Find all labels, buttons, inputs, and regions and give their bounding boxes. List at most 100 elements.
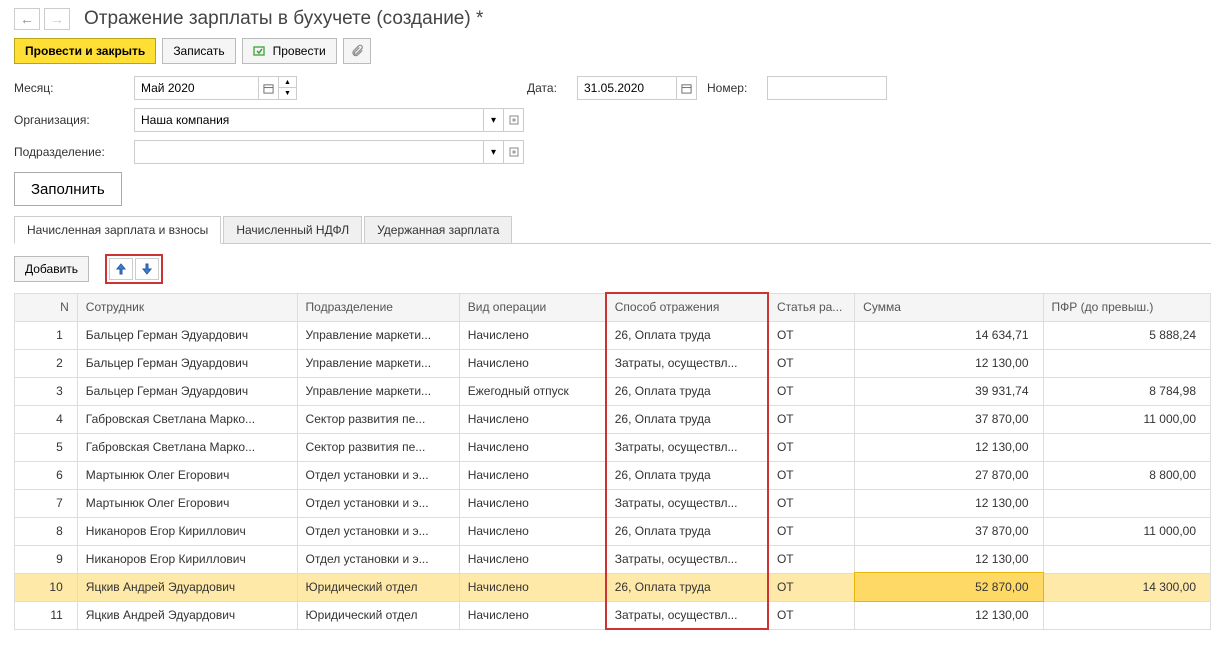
- cell-pfr[interactable]: [1043, 433, 1210, 461]
- cell-sum[interactable]: 12 130,00: [855, 601, 1043, 629]
- open-button[interactable]: [504, 140, 524, 164]
- cell-employee[interactable]: Мартынюк Олег Егорович: [77, 489, 297, 517]
- month-stepper[interactable]: ▲ ▼: [279, 76, 297, 100]
- cell-article[interactable]: ОТ: [768, 349, 855, 377]
- cell-method[interactable]: Затраты, осуществл...: [606, 433, 768, 461]
- cell-method[interactable]: Затраты, осуществл...: [606, 601, 768, 629]
- cell-n[interactable]: 11: [15, 601, 78, 629]
- number-input[interactable]: [767, 76, 887, 100]
- cell-n[interactable]: 9: [15, 545, 78, 573]
- cell-department[interactable]: Сектор развития пе...: [297, 433, 459, 461]
- cell-pfr[interactable]: 5 888,24: [1043, 321, 1210, 349]
- date-input[interactable]: [577, 76, 677, 100]
- cell-department[interactable]: Отдел установки и э...: [297, 545, 459, 573]
- cell-article[interactable]: ОТ: [768, 461, 855, 489]
- cell-method[interactable]: 26, Оплата труда: [606, 517, 768, 545]
- cell-n[interactable]: 8: [15, 517, 78, 545]
- cell-sum[interactable]: 12 130,00: [855, 433, 1043, 461]
- cell-department[interactable]: Отдел установки и э...: [297, 489, 459, 517]
- column-sum[interactable]: Сумма: [855, 293, 1043, 321]
- cell-sum[interactable]: 12 130,00: [855, 349, 1043, 377]
- cell-sum[interactable]: 12 130,00: [855, 545, 1043, 573]
- cell-method[interactable]: 26, Оплата труда: [606, 461, 768, 489]
- cell-pfr[interactable]: 11 000,00: [1043, 517, 1210, 545]
- step-down-icon[interactable]: ▼: [279, 88, 297, 100]
- cell-department[interactable]: Отдел установки и э...: [297, 461, 459, 489]
- save-button[interactable]: Записать: [162, 38, 235, 64]
- cell-employee[interactable]: Габровская Светлана Марко...: [77, 405, 297, 433]
- cell-employee[interactable]: Бальцер Герман Эдуардович: [77, 321, 297, 349]
- column-operation[interactable]: Вид операции: [459, 293, 606, 321]
- cell-n[interactable]: 7: [15, 489, 78, 517]
- cell-employee[interactable]: Бальцер Герман Эдуардович: [77, 349, 297, 377]
- cell-article[interactable]: ОТ: [768, 601, 855, 629]
- cell-article[interactable]: ОТ: [768, 517, 855, 545]
- cell-pfr[interactable]: 11 000,00: [1043, 405, 1210, 433]
- cell-operation[interactable]: Начислено: [459, 601, 606, 629]
- cell-article[interactable]: ОТ: [768, 489, 855, 517]
- cell-department[interactable]: Управление маркети...: [297, 377, 459, 405]
- table-row[interactable]: 3Бальцер Герман ЭдуардовичУправление мар…: [15, 377, 1211, 405]
- cell-operation[interactable]: Начислено: [459, 321, 606, 349]
- add-row-button[interactable]: Добавить: [14, 256, 89, 282]
- column-employee[interactable]: Сотрудник: [77, 293, 297, 321]
- cell-employee[interactable]: Яцкив Андрей Эдуардович: [77, 601, 297, 629]
- back-button[interactable]: ←: [14, 8, 40, 30]
- cell-pfr[interactable]: [1043, 349, 1210, 377]
- table-row[interactable]: 11Яцкив Андрей ЭдуардовичЮридический отд…: [15, 601, 1211, 629]
- cell-pfr[interactable]: [1043, 545, 1210, 573]
- post-button[interactable]: Провести: [242, 38, 337, 64]
- dropdown-icon[interactable]: ▾: [484, 140, 504, 164]
- column-article[interactable]: Статья ра...: [768, 293, 855, 321]
- cell-method[interactable]: 26, Оплата труда: [606, 377, 768, 405]
- cell-operation[interactable]: Ежегодный отпуск: [459, 377, 606, 405]
- table-row[interactable]: 7Мартынюк Олег ЕгоровичОтдел установки и…: [15, 489, 1211, 517]
- cell-method[interactable]: Затраты, осуществл...: [606, 489, 768, 517]
- cell-department[interactable]: Управление маркети...: [297, 321, 459, 349]
- cell-pfr[interactable]: [1043, 489, 1210, 517]
- table-row[interactable]: 9Никаноров Егор КирилловичОтдел установк…: [15, 545, 1211, 573]
- cell-employee[interactable]: Никаноров Егор Кириллович: [77, 517, 297, 545]
- table-row[interactable]: 4Габровская Светлана Марко...Сектор разв…: [15, 405, 1211, 433]
- calendar-icon[interactable]: [677, 76, 697, 100]
- month-input[interactable]: [134, 76, 259, 100]
- cell-sum[interactable]: 37 870,00: [855, 517, 1043, 545]
- post-and-close-button[interactable]: Провести и закрыть: [14, 38, 156, 64]
- forward-button[interactable]: →: [44, 8, 70, 30]
- cell-operation[interactable]: Начислено: [459, 349, 606, 377]
- column-n[interactable]: N: [15, 293, 78, 321]
- cell-n[interactable]: 5: [15, 433, 78, 461]
- cell-method[interactable]: Затраты, осуществл...: [606, 545, 768, 573]
- cell-sum[interactable]: 52 870,00: [855, 573, 1043, 601]
- cell-n[interactable]: 6: [15, 461, 78, 489]
- cell-employee[interactable]: Бальцер Герман Эдуардович: [77, 377, 297, 405]
- cell-department[interactable]: Отдел установки и э...: [297, 517, 459, 545]
- cell-pfr[interactable]: 14 300,00: [1043, 573, 1210, 601]
- cell-pfr[interactable]: 8 784,98: [1043, 377, 1210, 405]
- cell-operation[interactable]: Начислено: [459, 545, 606, 573]
- cell-article[interactable]: ОТ: [768, 321, 855, 349]
- cell-n[interactable]: 2: [15, 349, 78, 377]
- cell-sum[interactable]: 27 870,00: [855, 461, 1043, 489]
- cell-article[interactable]: ОТ: [768, 573, 855, 601]
- cell-sum[interactable]: 37 870,00: [855, 405, 1043, 433]
- fill-button[interactable]: Заполнить: [14, 172, 122, 206]
- table-row[interactable]: 1Бальцер Герман ЭдуардовичУправление мар…: [15, 321, 1211, 349]
- cell-n[interactable]: 1: [15, 321, 78, 349]
- cell-pfr[interactable]: 8 800,00: [1043, 461, 1210, 489]
- cell-sum[interactable]: 39 931,74: [855, 377, 1043, 405]
- move-down-button[interactable]: [135, 258, 159, 280]
- cell-n[interactable]: 10: [15, 573, 78, 601]
- cell-pfr[interactable]: [1043, 601, 1210, 629]
- cell-employee[interactable]: Габровская Светлана Марко...: [77, 433, 297, 461]
- table-row[interactable]: 2Бальцер Герман ЭдуардовичУправление мар…: [15, 349, 1211, 377]
- organization-input[interactable]: [134, 108, 484, 132]
- table-row[interactable]: 8Никаноров Егор КирилловичОтдел установк…: [15, 517, 1211, 545]
- calendar-icon[interactable]: [259, 76, 279, 100]
- cell-department[interactable]: Сектор развития пе...: [297, 405, 459, 433]
- column-pfr[interactable]: ПФР (до превыш.): [1043, 293, 1210, 321]
- cell-operation[interactable]: Начислено: [459, 433, 606, 461]
- open-button[interactable]: [504, 108, 524, 132]
- attach-button[interactable]: [343, 38, 371, 64]
- cell-n[interactable]: 4: [15, 405, 78, 433]
